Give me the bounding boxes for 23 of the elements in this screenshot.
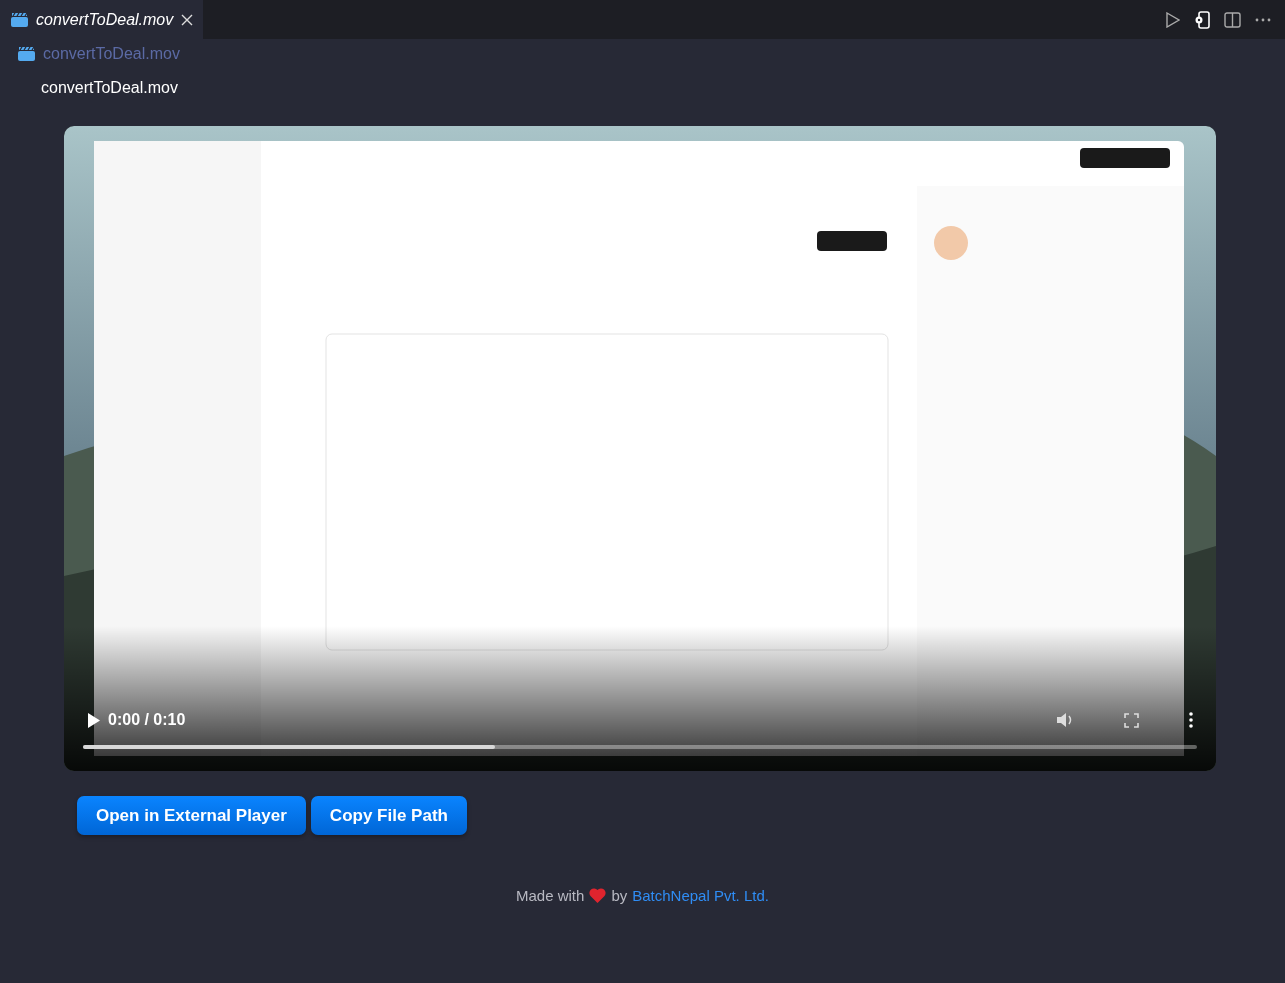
progress-track[interactable] — [83, 745, 1197, 749]
heart-icon — [589, 888, 607, 903]
video-file-icon — [11, 12, 28, 27]
volume-icon[interactable] — [1056, 712, 1074, 728]
footer-text: Made with — [516, 887, 585, 904]
breadcrumb[interactable]: convertToDeal.mov — [43, 45, 180, 63]
more-icon[interactable] — [1255, 17, 1271, 22]
video-file-icon — [18, 47, 35, 61]
tab-title: convertToDeal.mov — [36, 10, 174, 29]
play-icon[interactable] — [1166, 11, 1180, 28]
close-icon[interactable] — [181, 13, 194, 26]
more-icon[interactable] — [1189, 712, 1193, 728]
open-external-button[interactable]: Open in External Player — [77, 796, 306, 835]
footer-text: by — [611, 887, 628, 904]
time-display: 0:00 / 0:10 — [108, 711, 186, 729]
file-heading: convertToDeal.mov — [40, 78, 179, 98]
device-gear-icon[interactable] — [1194, 10, 1210, 29]
editor-tab[interactable]: convertToDeal.mov — [0, 0, 204, 39]
copy-path-button[interactable]: Copy File Path — [310, 796, 467, 835]
split-editor-icon[interactable] — [1224, 11, 1241, 28]
play-icon[interactable] — [88, 712, 100, 728]
company-link[interactable]: BatchNepal Pvt. Ltd. — [632, 887, 769, 904]
fullscreen-icon[interactable] — [1124, 712, 1139, 728]
